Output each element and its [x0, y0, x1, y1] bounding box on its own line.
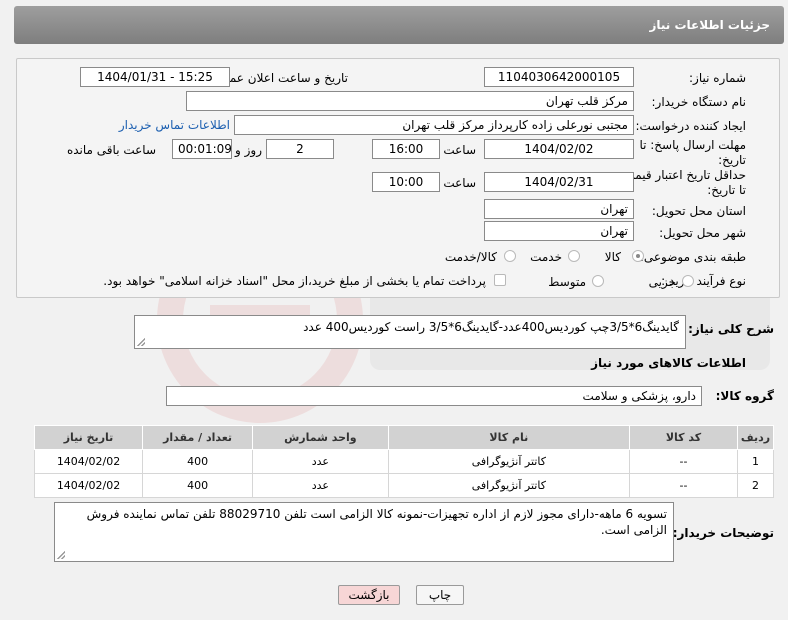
table-row: 2 -- کاتتر آنژیوگرافی عدد 400 1404/02/02 [33, 473, 774, 498]
city-field: تهران [484, 221, 634, 241]
cell-need-date: 1404/02/02 [33, 473, 144, 498]
deadline-date-field: 1404/02/02 [484, 139, 634, 159]
requester-label: ایجاد کننده درخواست: [635, 119, 746, 133]
items-table: ردیف کد کالا نام کالا واحد شمارش تعداد /… [33, 425, 774, 498]
purchase-type-partial-label: جزیی [648, 275, 676, 289]
resize-grip-icon[interactable] [57, 551, 65, 559]
price-validity-time-label: ساعت [443, 176, 476, 190]
need-number-label: شماره نیاز: [689, 71, 746, 85]
goods-group-field: دارو، پزشکی و سلامت [166, 386, 702, 406]
province-field: تهران [484, 199, 634, 219]
buyer-notes-label: توضیحات خریدار: [672, 526, 774, 540]
category-goods-radio[interactable] [632, 250, 644, 262]
deadline-time-label: ساعت [443, 143, 476, 157]
cell-row-number: 1 [737, 449, 774, 474]
category-goods-service-radio[interactable] [504, 250, 516, 262]
province-label: استان محل تحویل: [651, 204, 746, 218]
col-item-code: کد کالا [629, 425, 739, 450]
summary-text: گایدینگ6*3/5چپ کوردیس400عدد-گایدینگ6*3/5… [303, 320, 679, 334]
cell-quantity: 400 [142, 449, 254, 474]
deadline-label-line2: تاریخ: [718, 153, 746, 167]
buyer-notes-text: تسویه 6 ماهه-دارای مجوز لازم از اداره تج… [86, 507, 667, 537]
buyer-notes-field: تسویه 6 ماهه-دارای مجوز لازم از اداره تج… [54, 502, 674, 562]
cell-item-code: -- [629, 449, 739, 474]
table-row: 1 -- کاتتر آنژیوگرافی عدد 400 1404/02/02 [33, 449, 774, 474]
cell-unit: عدد [252, 473, 389, 498]
treasury-bonds-checkbox[interactable] [494, 274, 506, 286]
buyer-org-field: مرکز قلب تهران [186, 91, 634, 111]
print-button[interactable]: چاپ [416, 585, 464, 605]
buyer-contact-link[interactable]: اطلاعات تماس خریدار [119, 118, 230, 132]
announce-datetime-field: 1404/01/31 - 15:25 [80, 67, 230, 87]
treasury-bonds-note: پرداخت تمام یا بخشی از مبلغ خرید،از محل … [103, 274, 486, 288]
cell-need-date: 1404/02/02 [33, 449, 144, 474]
city-label: شهر محل تحویل: [659, 226, 746, 240]
deadline-days-label: روز و [235, 143, 262, 157]
cell-item-name: کاتتر آنژیوگرافی [387, 449, 631, 474]
table-header-row: ردیف کد کالا نام کالا واحد شمارش تعداد /… [33, 425, 774, 450]
requester-field: مجتبی نورعلی زاده کارپرداز مرکز قلب تهرا… [234, 115, 634, 135]
goods-group-label: گروه کالا: [715, 389, 774, 403]
purchase-type-medium-label: متوسط [548, 275, 586, 289]
deadline-label-line1: مهلت ارسال پاسخ: تا [639, 138, 746, 152]
category-goods-service-label: کالا/خدمت [444, 250, 497, 264]
remaining-time-label: ساعت باقی مانده [66, 143, 156, 157]
category-goods-label: کالا [604, 250, 621, 264]
col-quantity: تعداد / مقدار [142, 425, 254, 450]
back-button[interactable]: بازگشت [338, 585, 400, 605]
price-validity-time-field: 10:00 [372, 172, 440, 192]
summary-field: گایدینگ6*3/5چپ کوردیس400عدد-گایدینگ6*3/5… [134, 315, 686, 349]
price-validity-date-field: 1404/02/31 [484, 172, 634, 192]
col-unit: واحد شمارش [252, 425, 389, 450]
summary-label: شرح کلی نیاز: [688, 322, 774, 336]
category-service-radio[interactable] [568, 250, 580, 262]
cell-quantity: 400 [142, 473, 254, 498]
purchase-type-medium-radio[interactable] [592, 275, 604, 287]
cell-unit: عدد [252, 449, 389, 474]
col-need-date: تاریخ نیاز [33, 425, 144, 450]
resize-grip-icon[interactable] [137, 338, 145, 346]
deadline-days-field: 2 [266, 139, 334, 159]
purchase-type-partial-radio[interactable] [682, 275, 694, 287]
deadline-time-field: 16:00 [372, 139, 440, 159]
col-row-number: ردیف [737, 425, 774, 450]
need-number-field: 1104030642000105 [484, 67, 634, 87]
remaining-time-field: 00:01:09 [172, 139, 232, 159]
goods-section-title: اطلاعات کالاهای مورد نیاز [591, 356, 746, 370]
price-validity-label-line2: تا تاریخ: [707, 183, 746, 197]
buyer-org-label: نام دستگاه خریدار: [651, 95, 747, 109]
col-item-name: نام کالا [387, 425, 631, 450]
page-title: جزئیات اطلاعات نیاز [649, 18, 770, 32]
category-service-label: خدمت [530, 250, 562, 264]
price-validity-label-line1: حداقل تاریخ اعتبار قیمت: [619, 168, 746, 182]
page-header: جزئیات اطلاعات نیاز [14, 6, 784, 44]
cell-item-name: کاتتر آنژیوگرافی [387, 473, 631, 498]
cell-item-code: -- [629, 473, 739, 498]
cell-row-number: 2 [737, 473, 774, 498]
category-label: طبقه بندی موضوعی: [639, 250, 746, 264]
